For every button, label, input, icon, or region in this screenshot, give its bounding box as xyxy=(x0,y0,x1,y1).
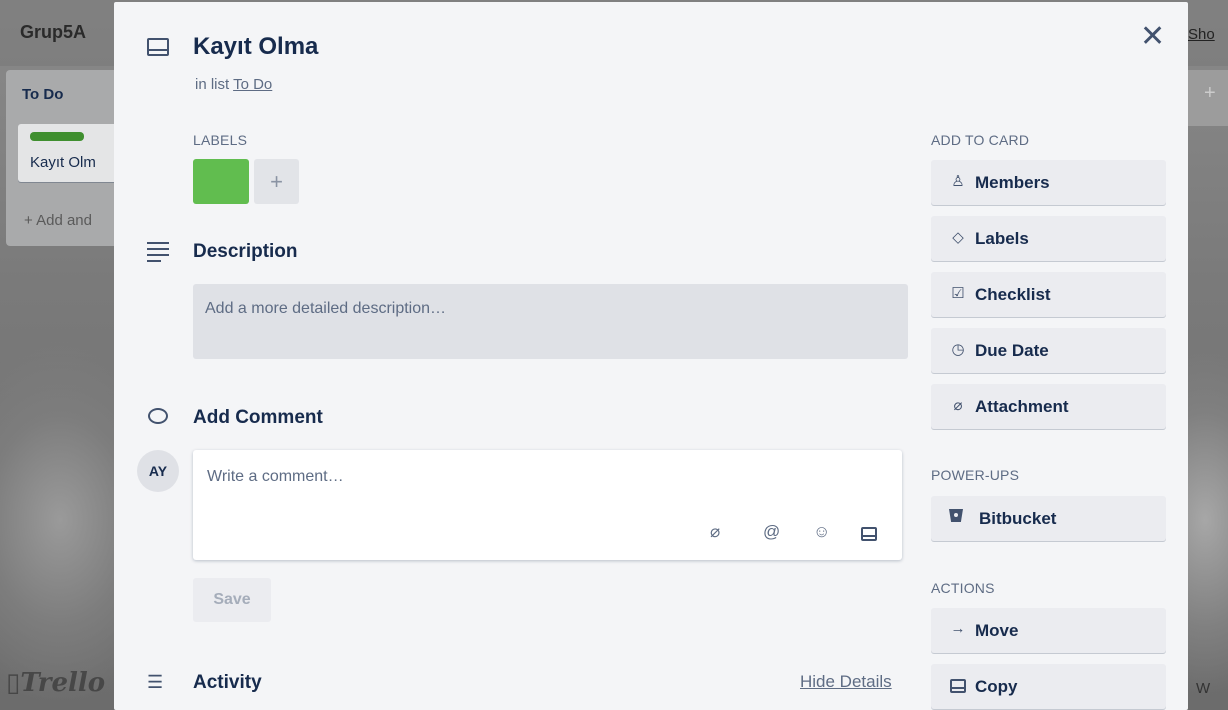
description-placeholder: Add a more detailed description… xyxy=(205,300,447,317)
checklist-button[interactable]: ☑ Checklist xyxy=(931,272,1166,317)
board-title[interactable]: Grup5A xyxy=(20,22,86,43)
person-icon: ♙ xyxy=(951,173,965,190)
description-heading: Description xyxy=(193,241,298,262)
in-list-prefix: in list xyxy=(195,76,230,93)
card-title[interactable]: Kayıt Olma xyxy=(193,33,318,61)
attachment-button[interactable]: ⌀ Attachment xyxy=(931,384,1166,429)
in-list-text: in list To Do xyxy=(195,76,272,93)
activity-icon: ☰ xyxy=(147,672,164,692)
bitbucket-label: Bitbucket xyxy=(979,509,1057,528)
checklist-label: Checklist xyxy=(975,285,1051,304)
trello-logo-text: Trello xyxy=(20,668,106,698)
list-title[interactable]: To Do xyxy=(22,86,63,103)
copy-label: Copy xyxy=(975,677,1018,696)
move-label: Move xyxy=(975,621,1019,640)
add-comment-heading: Add Comment xyxy=(193,407,323,428)
paperclip-icon: ⌀ xyxy=(953,397,963,414)
bitbucket-button[interactable]: Bitbucket xyxy=(931,496,1166,541)
card-icon xyxy=(949,679,967,697)
show-menu-link[interactable]: Sho xyxy=(1188,26,1215,43)
members-button[interactable]: ♙ Members xyxy=(931,160,1166,205)
comment-icon xyxy=(148,408,168,424)
hide-details-link[interactable]: Hide Details xyxy=(800,672,892,692)
clock-icon: ◷ xyxy=(951,341,965,358)
due-date-button[interactable]: ◷ Due Date xyxy=(931,328,1166,373)
description-icon xyxy=(147,242,169,266)
close-icon[interactable]: ✕ xyxy=(1140,22,1165,52)
labels-label: Labels xyxy=(975,229,1029,248)
comment-placeholder: Write a comment… xyxy=(207,468,344,485)
labels-button[interactable]: ◇ Labels xyxy=(931,216,1166,261)
attachment-icon[interactable]: ⌀ xyxy=(710,522,720,542)
label-green[interactable] xyxy=(193,159,249,204)
members-label: Members xyxy=(975,173,1050,192)
tag-icon: ◇ xyxy=(952,229,964,246)
attachment-label: Attachment xyxy=(975,397,1069,416)
checkbox-icon: ☑ xyxy=(951,285,965,302)
add-list-button[interactable]: + xyxy=(1204,82,1216,105)
mention-icon[interactable]: @ xyxy=(763,522,780,542)
move-button[interactable]: → Move xyxy=(931,608,1166,653)
add-card-icon[interactable] xyxy=(861,526,877,546)
add-to-card-heading: ADD TO CARD xyxy=(931,132,1030,148)
card-preview-label xyxy=(30,132,84,141)
bitbucket-icon xyxy=(949,509,963,522)
avatar[interactable]: AY xyxy=(137,450,179,492)
background-text: W xyxy=(1196,680,1211,697)
add-label-button[interactable]: + xyxy=(254,159,299,204)
copy-button[interactable]: Copy xyxy=(931,664,1166,709)
activity-heading: Activity xyxy=(193,672,262,693)
emoji-icon[interactable]: ☺ xyxy=(813,522,830,542)
due-date-label: Due Date xyxy=(975,341,1049,360)
save-button[interactable]: Save xyxy=(193,578,271,622)
card-preview-title[interactable]: Kayıt Olm xyxy=(30,154,96,171)
list-link[interactable]: To Do xyxy=(233,76,272,93)
labels-heading: LABELS xyxy=(193,132,248,148)
comment-input[interactable]: Write a comment… ⌀ @ ☺ xyxy=(193,450,902,560)
actions-heading: ACTIONS xyxy=(931,580,995,596)
trello-logo: ▯Trello xyxy=(6,668,106,698)
add-another-card-button[interactable]: + Add and xyxy=(24,212,92,229)
arrow-right-icon: → xyxy=(950,620,966,637)
power-ups-heading: POWER-UPS xyxy=(931,467,1020,483)
description-input[interactable]: Add a more detailed description… xyxy=(193,284,908,359)
card-icon xyxy=(147,38,169,56)
